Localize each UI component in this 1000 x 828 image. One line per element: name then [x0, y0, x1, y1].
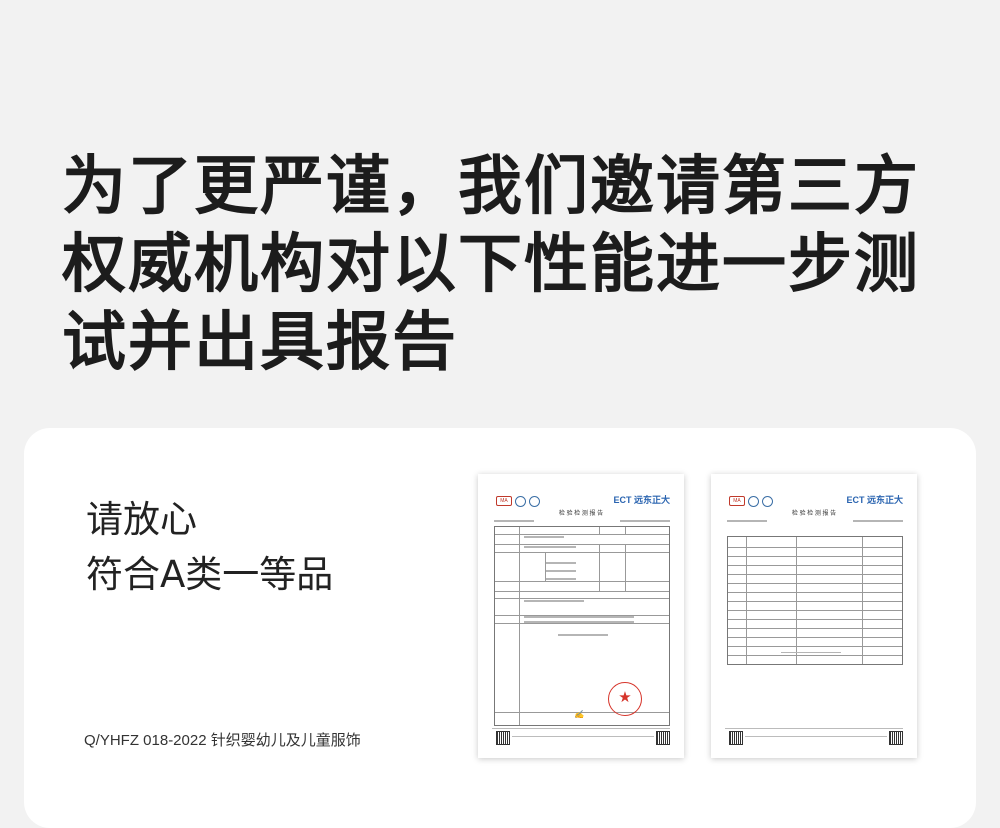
standard-text: Q/YHFZ 018-2022 针织婴幼儿及儿童服饰 [84, 732, 361, 749]
grade-text: 符合A类一等品 [86, 553, 334, 596]
certification-logos: MA [729, 496, 773, 507]
qr-code-icon [729, 731, 743, 745]
report-table [494, 526, 670, 726]
test-report-image-2: MA ECT 远东正大 检 验 检 测 报 告 [711, 474, 917, 758]
qr-code-icon [889, 731, 903, 745]
lab-brand: ECT 远东正大 [613, 495, 670, 505]
qr-code-icon [656, 731, 670, 745]
results-table [727, 536, 903, 665]
certification-logos: MA [496, 496, 540, 507]
headline: 为了更严谨，我们邀请第三方权威机构对以下性能进一步测试并出具报告 [62, 150, 920, 380]
report-number [494, 520, 670, 522]
ilac-logo-icon [762, 496, 773, 507]
report-title: 检 验 检 测 报 告 [558, 511, 604, 517]
cma-logo-icon: MA [729, 496, 745, 506]
ilac-logo-icon [529, 496, 540, 507]
signature-icon: ✍ [574, 710, 584, 719]
test-report-image-1: MA ECT 远东正大 检 验 检 测 报 告 ★ ✍ [478, 474, 684, 758]
report-title: 检 验 检 测 报 告 [791, 511, 837, 517]
cnas-logo-icon [515, 496, 526, 507]
report-number [727, 520, 903, 522]
reassure-text: 请放心 [86, 498, 197, 541]
qr-code-icon [496, 731, 510, 745]
official-seal-icon: ★ [608, 682, 642, 716]
cnas-logo-icon [748, 496, 759, 507]
lab-brand: ECT 远东正大 [846, 495, 903, 505]
cma-logo-icon: MA [496, 496, 512, 506]
